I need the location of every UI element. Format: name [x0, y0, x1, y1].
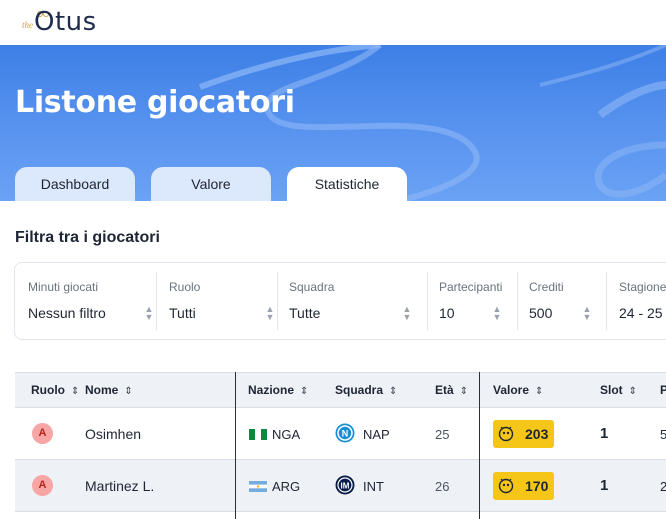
- filter-crediti[interactable]: Crediti 500 ▲ ▼: [529, 263, 607, 339]
- filter-label: Crediti: [529, 280, 564, 294]
- value-amount: 203: [525, 426, 549, 442]
- filter-squadra[interactable]: Squadra Tutte ▲ ▼: [289, 263, 419, 339]
- filters-panel: Minuti giocati Nessun filtro ▲ ▼ Ruolo Tu…: [14, 262, 666, 340]
- divider: [156, 272, 157, 330]
- sort-icon: ⇕: [71, 386, 80, 397]
- napoli-logo-icon: N: [335, 423, 355, 443]
- sort-icon: ⇕: [124, 386, 133, 397]
- team-code: NAP: [363, 427, 390, 442]
- filter-label: Squadra: [289, 280, 335, 294]
- column-header-ruolo[interactable]: Ruolo ⇕: [31, 373, 79, 407]
- brand-prefix: the: [22, 20, 33, 30]
- select-caret-icon: ▲ ▼: [402, 304, 412, 322]
- team-code: INT: [363, 479, 384, 494]
- p-value: 5: [660, 427, 666, 442]
- table-row[interactable]: A Martinez L. ARG IM INT 26 170 1 2: [15, 460, 666, 512]
- player-age: 26: [435, 479, 450, 494]
- table-row[interactable]: A Osimhen NGA N NAP 25 203 1 5: [15, 408, 666, 460]
- filter-stagione[interactable]: Stagione 24 - 25: [619, 263, 666, 339]
- svg-text:N: N: [342, 429, 349, 439]
- filter-value: 24 - 25: [619, 305, 663, 321]
- column-header-slot[interactable]: Slot ⇕: [600, 373, 637, 407]
- select-caret-icon: ▲ ▼: [492, 304, 502, 322]
- column-header-valore[interactable]: Valore ⇕: [493, 373, 543, 407]
- row-border: [15, 511, 666, 512]
- sort-icon: ⇕: [300, 386, 309, 397]
- player-name[interactable]: Martinez L.: [85, 478, 154, 494]
- nigeria-flag-icon: [249, 429, 267, 440]
- nation-code: ARG: [272, 479, 301, 494]
- sort-icon: ⇕: [628, 386, 638, 397]
- filter-minuti-giocati[interactable]: Minuti giocati Nessun filtro ▲ ▼: [28, 263, 156, 339]
- tab-statistiche[interactable]: Statistiche: [287, 167, 407, 201]
- role-badge: A: [32, 475, 53, 496]
- divider: [517, 272, 518, 330]
- divider: [427, 272, 428, 330]
- role-badge: A: [32, 423, 53, 444]
- filter-value: 10: [439, 305, 455, 321]
- select-caret-icon: ▲ ▼: [144, 304, 154, 322]
- filter-partecipanti[interactable]: Partecipanti 10 ▲ ▼: [439, 263, 519, 339]
- filter-value: 500: [529, 305, 553, 321]
- filter-label: Minuti giocati: [28, 280, 99, 294]
- value-badge: 203: [493, 420, 554, 448]
- column-header-nazione[interactable]: Nazione ⇕: [248, 373, 308, 407]
- select-caret-icon: ▲ ▼: [582, 304, 592, 322]
- filter-label: Stagione: [619, 280, 666, 294]
- nation-code: NGA: [272, 427, 301, 442]
- page-title: Listone giocatori: [15, 85, 295, 120]
- tab-dashboard[interactable]: Dashboard: [15, 167, 135, 201]
- svg-text:IM: IM: [341, 482, 350, 491]
- column-header-nome[interactable]: Nome ⇕: [85, 373, 133, 407]
- filter-value: Tutti: [169, 305, 196, 321]
- column-separator: [235, 372, 236, 519]
- table-header: Ruolo ⇕ Nome ⇕ Nazione ⇕ Squadra ⇕ Età ⇕ Valo…: [15, 372, 666, 408]
- sort-icon: ⇕: [459, 386, 469, 397]
- filter-label: Ruolo: [169, 280, 201, 294]
- slot-value: 1: [600, 425, 609, 442]
- value-amount: 170: [525, 478, 549, 494]
- column-header-squadra[interactable]: Squadra ⇕: [335, 373, 397, 407]
- inter-logo-icon: IM: [335, 475, 355, 495]
- filter-label: Partecipanti: [439, 280, 503, 294]
- coin-icon: [498, 426, 514, 442]
- player-name[interactable]: Osimhen: [85, 426, 141, 442]
- filter-ruolo[interactable]: Ruolo Tutti ▲ ▼: [169, 263, 279, 339]
- argentina-flag-icon: [249, 481, 267, 492]
- filter-value: Tutte: [289, 305, 321, 321]
- coin-icon: [498, 478, 514, 494]
- player-age: 25: [435, 427, 450, 442]
- column-separator: [479, 372, 480, 519]
- filters-title: Filtra tra i giocatori: [15, 229, 160, 246]
- filter-value: Nessun filtro: [28, 305, 106, 321]
- hero-banner: Listone giocatori Dashboard Valore Stati…: [0, 45, 666, 201]
- column-header-p[interactable]: P: [660, 373, 666, 407]
- sort-icon: ⇕: [389, 386, 398, 397]
- divider: [606, 272, 607, 330]
- sort-icon: ⇕: [535, 386, 544, 397]
- top-bar: the Otus: [0, 0, 666, 45]
- divider: [277, 272, 278, 330]
- brand-name: Otus: [34, 7, 97, 37]
- column-header-eta[interactable]: Età ⇕: [435, 373, 468, 407]
- slot-value: 1: [600, 477, 609, 494]
- value-badge: 170: [493, 472, 554, 500]
- tab-valore[interactable]: Valore: [151, 167, 271, 201]
- select-caret-icon: ▲ ▼: [265, 304, 275, 322]
- p-value: 2: [660, 479, 666, 494]
